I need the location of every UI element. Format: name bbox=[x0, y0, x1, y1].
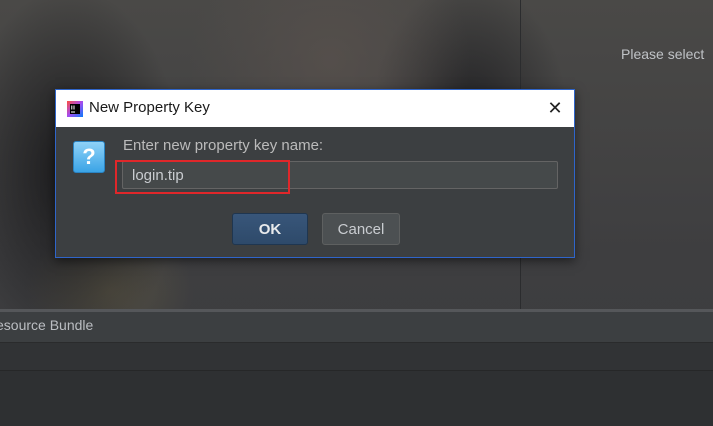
cancel-button[interactable]: Cancel bbox=[322, 213, 400, 245]
resource-bundle-tab[interactable]: esource Bundle bbox=[0, 317, 93, 333]
close-button[interactable]: ✕ bbox=[536, 90, 574, 127]
prompt-label: Enter new property key name: bbox=[123, 137, 324, 154]
intellij-idea-icon bbox=[67, 101, 83, 117]
close-icon: ✕ bbox=[547, 98, 563, 118]
property-key-input[interactable]: login.tip bbox=[122, 161, 558, 189]
right-panel-hint: Please select bbox=[621, 46, 705, 62]
lower-toolbar bbox=[0, 342, 713, 371]
new-property-key-dialog: New Property Key ✕ ? Enter new property … bbox=[55, 89, 575, 258]
bottom-panel bbox=[0, 370, 713, 426]
bundle-tab-bar bbox=[0, 312, 713, 342]
ok-button[interactable]: OK bbox=[232, 213, 308, 245]
question-glyph: ? bbox=[82, 144, 96, 169]
dialog-title: New Property Key bbox=[89, 99, 210, 116]
question-icon: ? bbox=[73, 141, 105, 173]
dialog-titlebar[interactable]: New Property Key ✕ bbox=[56, 90, 574, 127]
